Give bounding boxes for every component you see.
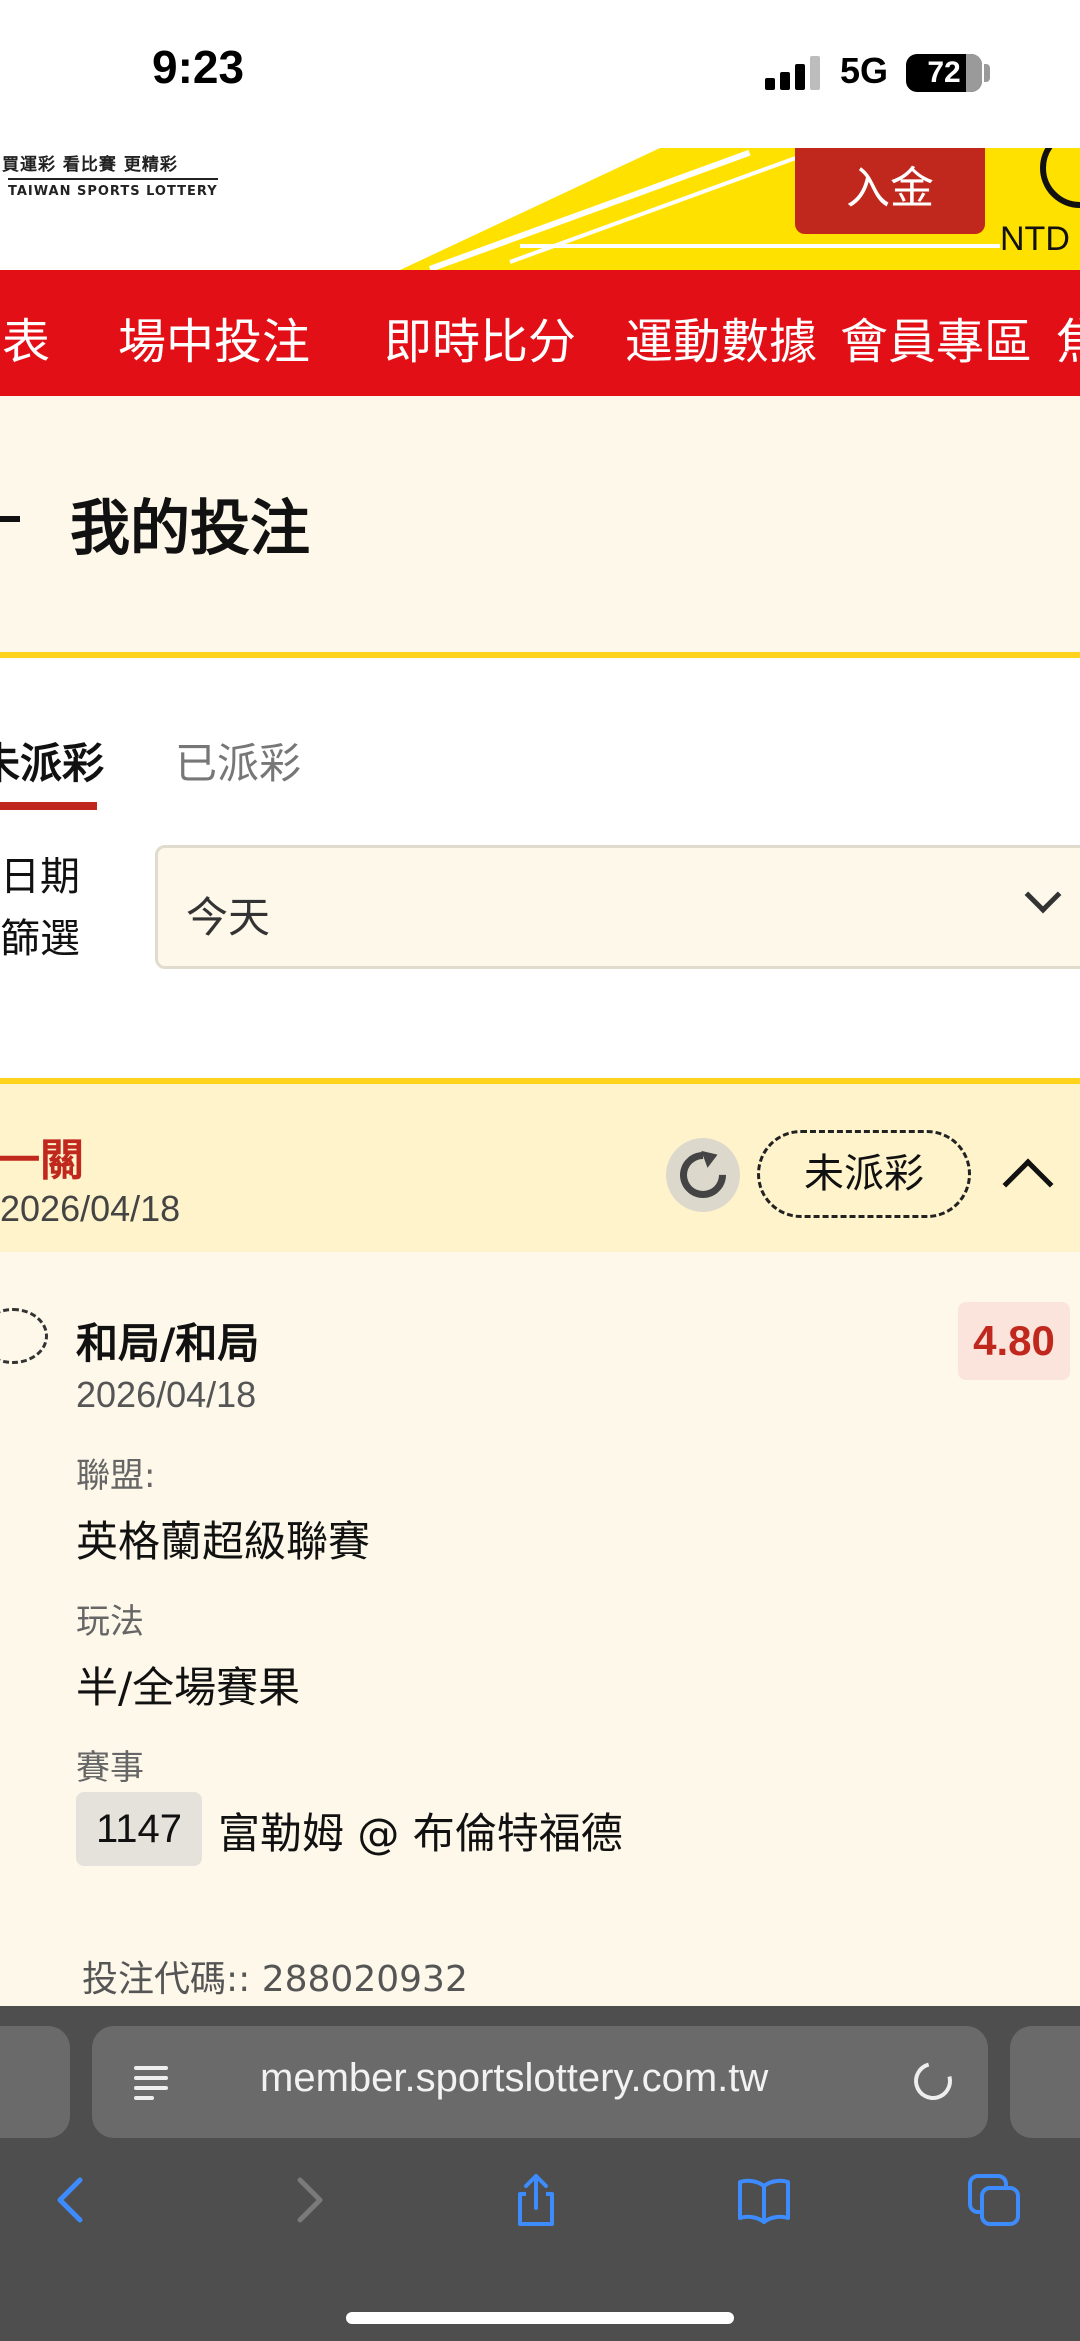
nav-item-schedule[interactable]: 表 xyxy=(2,302,50,372)
active-tab-indicator xyxy=(0,802,97,810)
match-label: 賽事 xyxy=(76,1748,144,1788)
bet-date: 2026/04/18 xyxy=(0,1188,181,1229)
play-label: 玩法 xyxy=(76,1602,144,1642)
nav-item-live-betting[interactable]: 場中投注 xyxy=(118,302,310,372)
bet-code-value: : 288020932 xyxy=(238,1959,468,2000)
reader-icon[interactable] xyxy=(134,2064,172,2102)
play-value: 半/全場賽果 xyxy=(76,1663,301,1712)
page-header: 我的投注 xyxy=(0,396,1080,658)
currency-label: NTD xyxy=(1000,220,1070,258)
status-badge: 未派彩 xyxy=(757,1130,971,1218)
nav-item-more[interactable]: 焦 xyxy=(1056,302,1080,372)
bet-type: 一關 xyxy=(0,1135,84,1186)
forward-arrow-icon[interactable] xyxy=(280,2172,336,2228)
bet-code: 投注代碼:: 288020932 xyxy=(82,1950,468,2002)
date-filter-label-line1: 日期 xyxy=(0,854,80,900)
chevron-up-icon[interactable] xyxy=(1002,1158,1054,1210)
refresh-button[interactable] xyxy=(666,1138,740,1212)
site-slogan: 買運彩 看比賽 更精彩 xyxy=(2,155,178,175)
bet-card-header: 一關 2026/04/18 未派彩 xyxy=(0,1078,1080,1252)
tab-unsettled[interactable]: 未派彩 xyxy=(0,730,104,791)
tab-settled[interactable]: 已派彩 xyxy=(175,730,301,791)
pick-status-icon xyxy=(0,1308,48,1364)
chevron-down-icon xyxy=(1024,876,1062,914)
url-text: member.sportslottery.com.tw xyxy=(260,2056,769,2100)
main-nav: 表 場中投注 即時比分 運動數據 會員專區 焦 xyxy=(0,270,1080,396)
nav-item-member-area[interactable]: 會員專區 xyxy=(840,302,1032,372)
court-line xyxy=(520,244,1000,248)
back-icon[interactable] xyxy=(0,516,20,522)
deposit-button[interactable]: 入金 xyxy=(795,148,985,234)
address-bar[interactable]: member.sportslottery.com.tw xyxy=(92,2026,988,2138)
date-filter-label: 日期 篩選 xyxy=(0,846,80,970)
league-value: 英格蘭超級聯賽 xyxy=(76,1517,371,1566)
share-icon[interactable] xyxy=(508,2172,564,2228)
date-filter-value: 今天 xyxy=(186,893,271,942)
bet-code-label: 投注代碼: xyxy=(82,1959,239,2000)
league-label: 聯盟: xyxy=(76,1456,156,1496)
nav-item-sports-data[interactable]: 運動數據 xyxy=(625,302,817,372)
nav-item-live-scores[interactable]: 即時比分 xyxy=(384,302,576,372)
bet-card-body: 和局/和局 2026/04/18 4.80 聯盟: 英格蘭超級聯賽 玩法 半/全… xyxy=(0,1252,1080,2006)
page-title: 我的投注 xyxy=(70,494,310,564)
site-logo[interactable]: TAIWAN SPORTS LOTTERY xyxy=(8,178,218,199)
match-number: 1147 xyxy=(76,1792,202,1866)
home-indicator xyxy=(346,2312,734,2324)
site-header: 買運彩 看比賽 更精彩 TAIWAN SPORTS LOTTERY 入金 NTD xyxy=(0,148,1080,270)
reload-icon[interactable] xyxy=(907,2055,959,2107)
status-bar: 9:23 5G 72 xyxy=(0,0,1080,148)
signal-icon xyxy=(765,56,821,90)
pick-date: 2026/04/18 xyxy=(76,1374,257,1415)
previous-tab-preview[interactable] xyxy=(0,2026,70,2138)
status-time: 9:23 xyxy=(152,41,245,93)
back-arrow-icon[interactable] xyxy=(44,2172,100,2228)
match-name: 富勒姆 @ 布倫特福德 xyxy=(218,1809,623,1858)
network-type: 5G xyxy=(840,50,889,91)
battery-tip xyxy=(984,64,990,82)
date-filter-select[interactable]: 今天 xyxy=(155,845,1080,969)
bet-status-tabs: 未派彩 已派彩 xyxy=(0,664,1080,814)
browser-toolbar: member.sportslottery.com.tw xyxy=(0,2006,1080,2341)
next-tab-preview[interactable] xyxy=(1010,2026,1080,2138)
odds-badge: 4.80 xyxy=(958,1302,1070,1380)
battery-level: 72 xyxy=(927,56,961,89)
bookmarks-icon[interactable] xyxy=(736,2172,792,2228)
tabs-icon[interactable] xyxy=(966,2172,1022,2228)
pick-name: 和局/和局 xyxy=(76,1319,260,1368)
battery-icon: 72 xyxy=(906,54,982,92)
date-filter-label-line2: 篩選 xyxy=(0,916,80,962)
